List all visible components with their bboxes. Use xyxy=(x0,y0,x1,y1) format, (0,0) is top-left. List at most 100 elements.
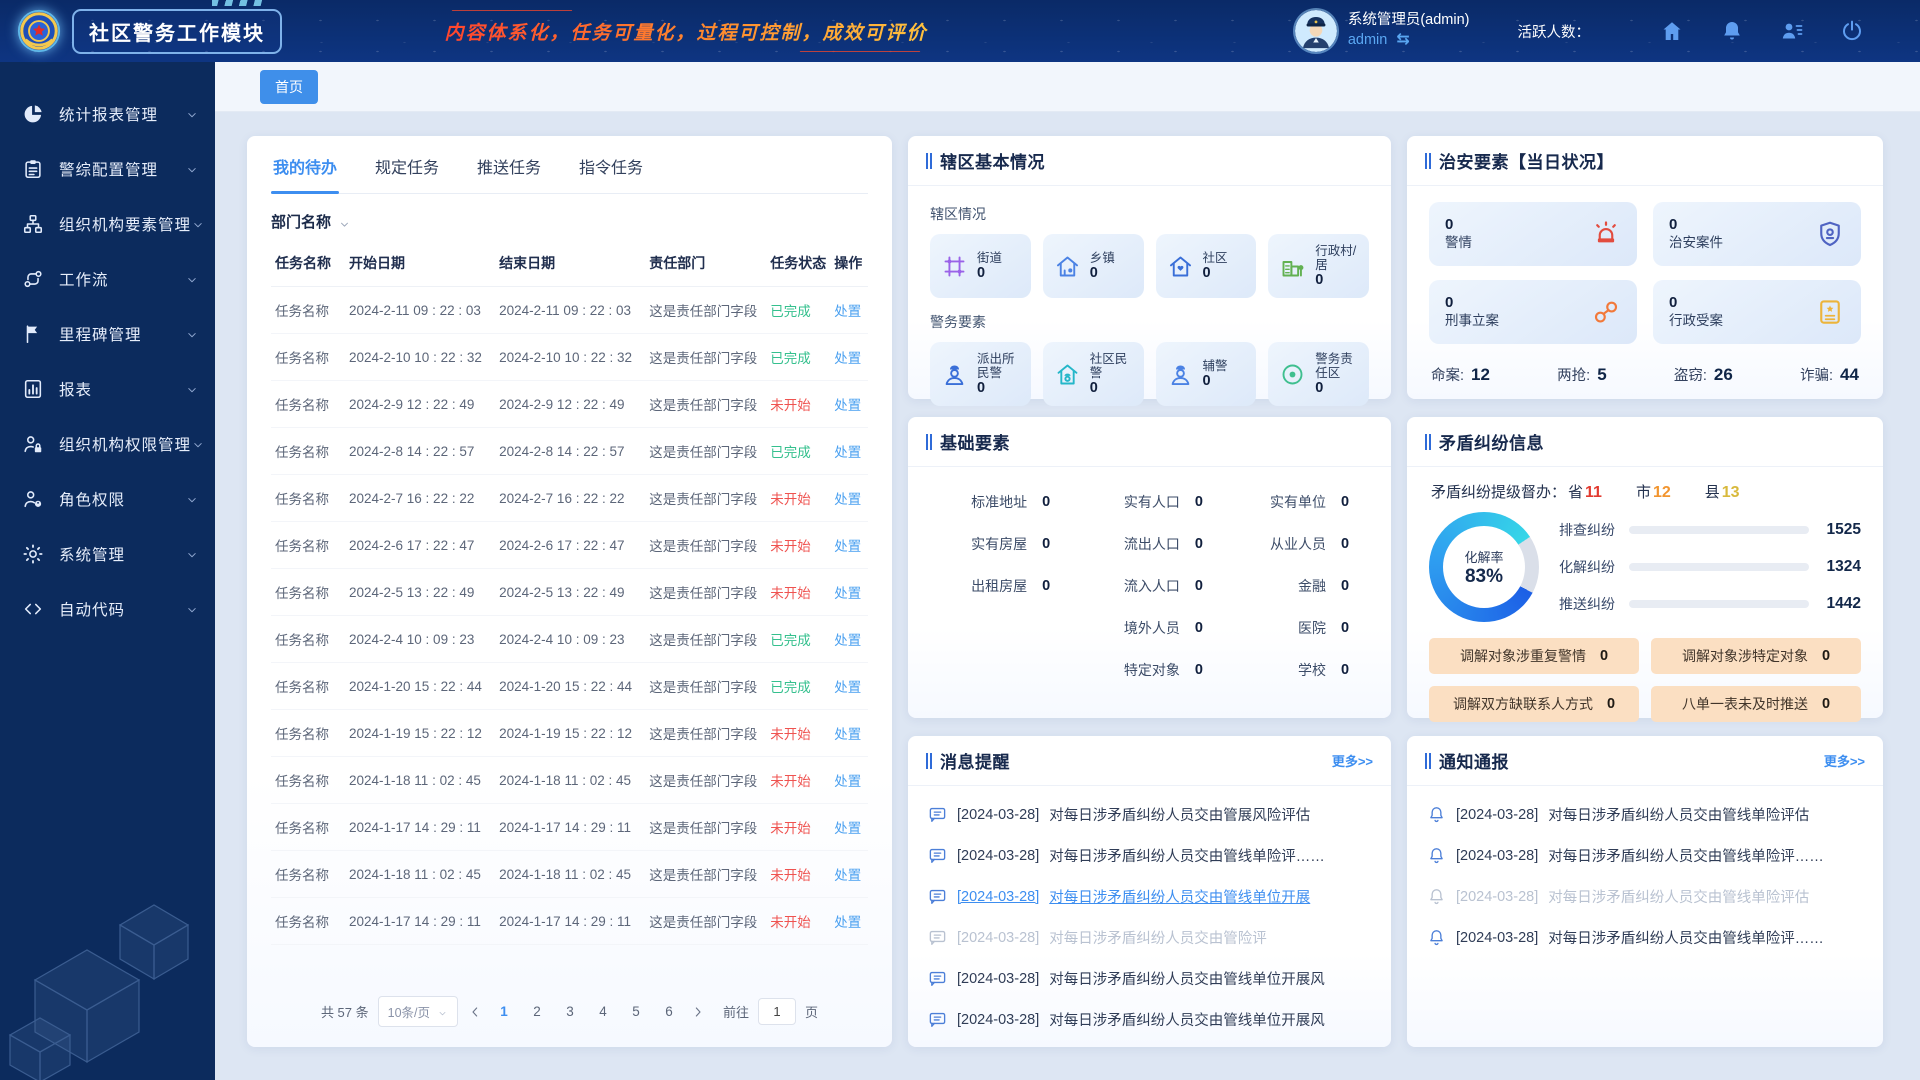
task-action-link[interactable]: 处置 xyxy=(834,445,861,460)
task-status: 未开始 xyxy=(766,804,830,851)
sidebar-item-9[interactable]: 系统管理 xyxy=(0,526,215,581)
task-action-link[interactable]: 处置 xyxy=(834,727,861,742)
message-item[interactable]: [2024-03-28]对每日涉矛盾纠纷人员交由管线单险评…… xyxy=(928,835,1371,876)
sidebar-item-label: 角色权限 xyxy=(59,488,185,510)
todo-panel: 我的待办规定任务推送任务指令任务 部门名称 任务名称开始日期结束日期责任部门任务… xyxy=(247,136,892,1047)
sidebar-item-2[interactable]: 警综配置管理 xyxy=(0,141,215,196)
header-power-button[interactable] xyxy=(1840,19,1864,43)
message-item[interactable]: [2024-03-28]对每日涉矛盾纠纷人员交由管线单位开展风 xyxy=(928,958,1371,999)
todo-tab[interactable]: 我的待办 xyxy=(271,136,339,193)
page-number-4[interactable]: 4 xyxy=(591,1000,615,1023)
task-start: 2024-2-6 17 : 22 : 47 xyxy=(345,522,495,569)
task-action-link[interactable]: 处置 xyxy=(834,915,861,930)
message-more-link[interactable]: 更多>> xyxy=(1332,751,1373,770)
task-end: 2024-1-17 14 : 29 : 11 xyxy=(495,804,645,851)
panel-marker xyxy=(1425,153,1427,169)
dispute-bar: 推送纠纷1442 xyxy=(1559,594,1861,614)
sidebar-item-3[interactable]: 组织机构要素管理 xyxy=(0,196,215,251)
message-item[interactable]: [2024-03-28]对每日涉矛盾纠纷人员交由管线单险评…… xyxy=(1427,835,1863,876)
page-number-3[interactable]: 3 xyxy=(558,1000,582,1023)
task-end: 2024-1-18 11 : 02 : 45 xyxy=(495,851,645,898)
base-element: 出租房屋0 xyxy=(934,565,1066,607)
base-elements-panel: 基础要素 标准地址0实有房屋0出租房屋0实有人口0流出人口0流入人口0境外人员0… xyxy=(908,417,1391,718)
sidebar-item-label: 组织机构要素管理 xyxy=(59,213,191,235)
task-action-link[interactable]: 处置 xyxy=(834,821,861,836)
notice-more-link[interactable]: 更多>> xyxy=(1824,751,1865,770)
department-filter-label: 部门名称 xyxy=(271,211,331,232)
username[interactable]: admin xyxy=(1348,31,1388,50)
task-action-link[interactable]: 处置 xyxy=(834,680,861,695)
sidebar-item-5[interactable]: 里程碑管理 xyxy=(0,306,215,361)
todo-tab[interactable]: 规定任务 xyxy=(373,136,441,193)
task-end: 2024-1-19 15 : 22 : 12 xyxy=(495,710,645,757)
sidebar-item-7[interactable]: 组织机构权限管理 xyxy=(0,416,215,471)
base-label: 流出人口 xyxy=(1124,534,1180,554)
task-action-link[interactable]: 处置 xyxy=(834,304,861,319)
page-size-select[interactable]: 10条/页 xyxy=(378,996,458,1027)
header-contacts-button[interactable] xyxy=(1780,19,1804,43)
task-start: 2024-1-17 14 : 29 : 11 xyxy=(345,804,495,851)
gear-icon xyxy=(22,543,44,565)
tile-value: 0 xyxy=(1315,380,1363,396)
security-stat: 命案:12 xyxy=(1431,364,1490,385)
todo-tab[interactable]: 指令任务 xyxy=(577,136,645,193)
sidebar-item-1[interactable]: 统计报表管理 xyxy=(0,86,215,141)
task-action-link[interactable]: 处置 xyxy=(834,586,861,601)
sidebar-item-8[interactable]: 角色权限 xyxy=(0,471,215,526)
task-status: 未开始 xyxy=(766,522,830,569)
next-page-button[interactable] xyxy=(690,1004,706,1020)
message-item[interactable]: [2024-03-28]对每日涉矛盾纠纷人员交由管展风险评估 xyxy=(928,794,1371,835)
officer-icon xyxy=(1167,361,1194,388)
task-dept: 这是责任部门字段 xyxy=(645,757,766,804)
message-item[interactable]: [2024-03-28]对每日涉矛盾纠纷人员交由管线单位开展风 xyxy=(928,999,1371,1040)
prev-page-button[interactable] xyxy=(467,1004,483,1020)
task-action-link[interactable]: 处置 xyxy=(834,774,861,789)
base-element: 流出人口0 xyxy=(1080,523,1219,565)
panel-marker xyxy=(926,153,928,169)
task-action-link[interactable]: 处置 xyxy=(834,398,861,413)
header-bell-button[interactable] xyxy=(1720,19,1744,43)
sidebar-item-10[interactable]: 自动代码 xyxy=(0,581,215,636)
goto-page-input[interactable] xyxy=(758,998,796,1025)
base-value: 0 xyxy=(1195,662,1219,678)
message-item[interactable]: [2024-03-28]对每日涉矛盾纠纷人员交由管线单位开展 xyxy=(928,876,1371,917)
sidebar-item-label: 里程碑管理 xyxy=(59,323,185,345)
sidebar-item-6[interactable]: 报表 xyxy=(0,361,215,416)
handcuffs-icon xyxy=(1591,297,1621,327)
task-action-link[interactable]: 处置 xyxy=(834,539,861,554)
tab-home[interactable]: 首页 xyxy=(260,70,318,104)
district-panel: 辖区基本情况 辖区情况街道0乡镇0社区0行政村/居0警务要素派出所民警0社区民警… xyxy=(908,136,1391,399)
sidebar-item-4[interactable]: 工作流 xyxy=(0,251,215,306)
message-item[interactable]: [2024-03-28]对每日涉矛盾纠纷人员交由管险评 xyxy=(928,917,1371,958)
header-home-button[interactable] xyxy=(1660,19,1684,43)
panel-marker xyxy=(926,434,928,450)
escalation-label: 矛盾纠纷提级督办： xyxy=(1431,481,1566,502)
total-count-label: 共 57 条 xyxy=(321,1002,369,1021)
task-action-link[interactable]: 处置 xyxy=(834,633,861,648)
message-item[interactable]: [2024-03-28]对每日涉矛盾纠纷人员交由管线单险评…… xyxy=(1427,917,1863,958)
stat-tile: 街道0 xyxy=(930,234,1031,298)
message-item[interactable]: [2024-03-28]对每日涉矛盾纠纷人员交由管线单险评估 xyxy=(1427,794,1863,835)
department-filter[interactable]: 部门名称 xyxy=(271,194,868,240)
base-label: 实有房屋 xyxy=(971,534,1027,554)
base-label: 从业人员 xyxy=(1270,534,1326,554)
message-date: [2024-03-28] xyxy=(957,889,1039,905)
notice-panel: 通知通报 更多>> [2024-03-28]对每日涉矛盾纠纷人员交由管线单险评估… xyxy=(1407,736,1883,1047)
district-panel-title: 辖区基本情况 xyxy=(940,148,1045,173)
page-number-5[interactable]: 5 xyxy=(624,1000,648,1023)
task-action-link[interactable]: 处置 xyxy=(834,492,861,507)
message-item[interactable]: [2024-03-28]对每日涉矛盾纠纷人员交由管线单险评估 xyxy=(1427,876,1863,917)
table-row: 任务名称2024-1-18 11 : 02 : 452024-1-18 11 :… xyxy=(271,851,868,898)
todo-tab[interactable]: 推送任务 xyxy=(475,136,543,193)
page-number-1[interactable]: 1 xyxy=(492,1000,516,1023)
bar-value: 1525 xyxy=(1819,521,1861,539)
user-avatar[interactable] xyxy=(1295,10,1337,52)
page-number-6[interactable]: 6 xyxy=(657,1000,681,1023)
tile-label: 警务责任区 xyxy=(1315,352,1363,380)
base-element: 学校0 xyxy=(1233,649,1365,691)
task-action-link[interactable]: 处置 xyxy=(834,351,861,366)
page-number-2[interactable]: 2 xyxy=(525,1000,549,1023)
sidebar-item-label: 组织机构权限管理 xyxy=(59,433,191,455)
task-action-link[interactable]: 处置 xyxy=(834,868,861,883)
switch-user-icon[interactable]: ⇆ xyxy=(1396,30,1409,51)
